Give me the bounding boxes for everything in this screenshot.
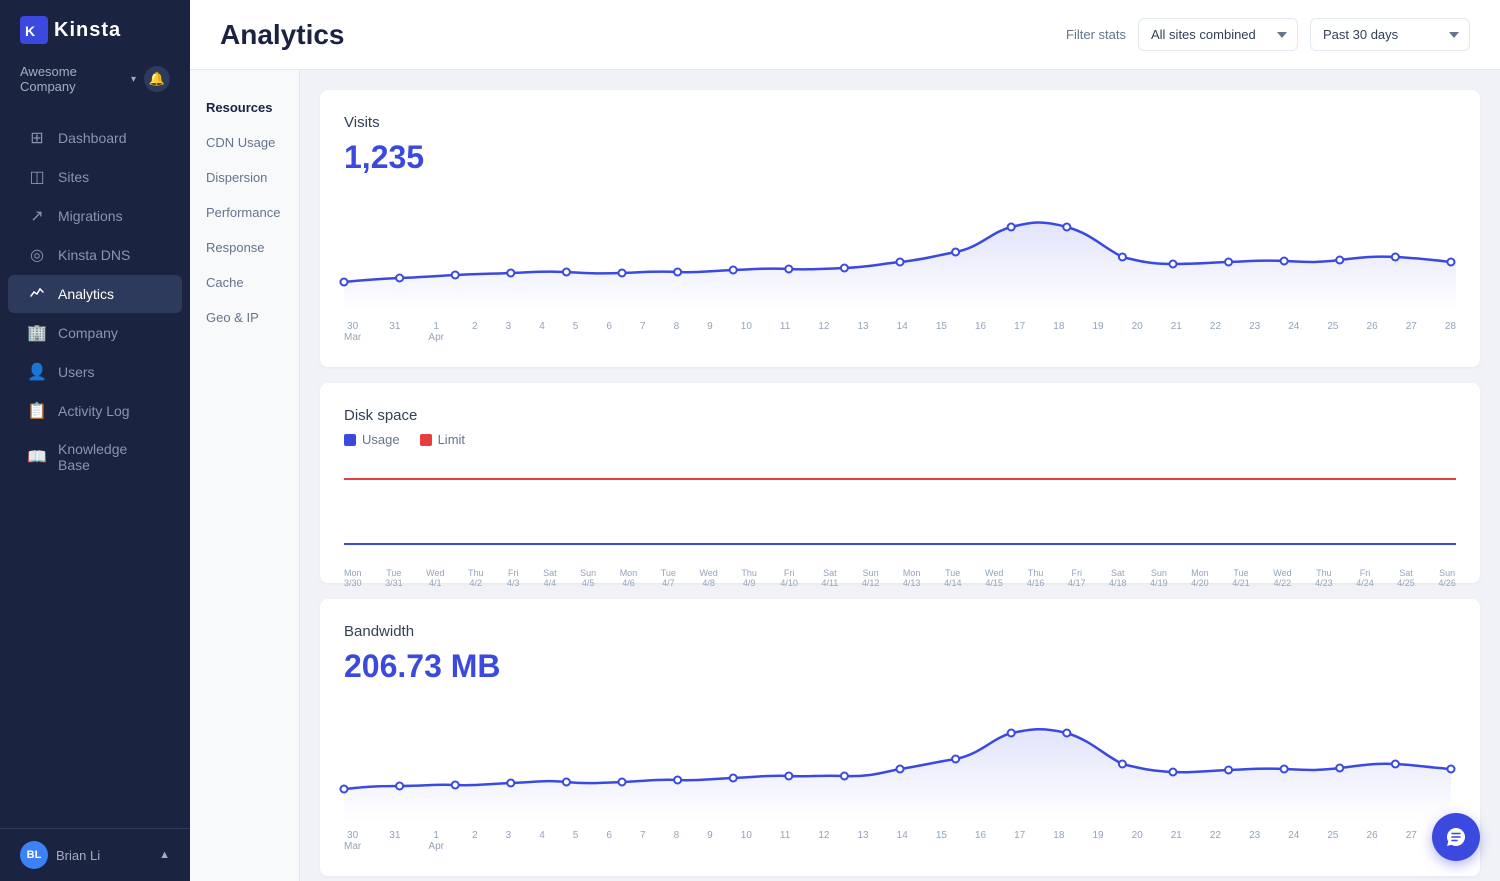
subnav-item-geo-ip[interactable]: Geo & IP	[190, 300, 299, 335]
users-icon: 👤	[28, 363, 46, 381]
bandwidth-chart-card: Bandwidth 206.73 MB	[320, 599, 1480, 876]
subnav-item-response[interactable]: Response	[190, 230, 299, 265]
charts-area: Visits 1,235	[300, 70, 1500, 881]
sites-icon: ◫	[28, 168, 46, 186]
sidebar-item-label: Activity Log	[58, 403, 130, 419]
sub-navigation: Resources CDN Usage Dispersion Performan…	[190, 70, 300, 881]
sidebar-item-company[interactable]: 🏢 Company	[8, 314, 182, 352]
sidebar-item-label: Sites	[58, 169, 89, 185]
disk-space-chart-svg	[344, 459, 1456, 559]
sidebar-item-label: Company	[58, 325, 118, 341]
subnav-item-cache[interactable]: Cache	[190, 265, 299, 300]
legend-limit-dot	[420, 434, 432, 446]
bandwidth-chart-value: 206.73 MB	[344, 648, 1456, 685]
page-title: Analytics	[220, 19, 345, 51]
analytics-icon	[28, 285, 46, 303]
knowledge-icon: 📖	[28, 448, 46, 466]
subnav-item-cdn-usage[interactable]: CDN Usage	[190, 125, 299, 160]
user-chevron-icon: ▲	[159, 849, 170, 861]
chat-button[interactable]	[1432, 813, 1480, 861]
subnav-item-performance[interactable]: Performance	[190, 195, 299, 230]
disk-space-chart-card: Disk space Usage Limit	[320, 383, 1480, 583]
visits-chart-value: 1,235	[344, 139, 1456, 176]
bandwidth-chart-container: 30Mar 31 1Apr 2 3 4 5 6 7 8 9 10 11 12	[344, 701, 1456, 852]
logo-text: Kinsta	[54, 19, 121, 42]
company-row[interactable]: Awesome Company ▾ 🔔	[0, 60, 190, 110]
disk-space-chart-title: Disk space	[344, 407, 1456, 424]
sidebar-item-users[interactable]: 👤 Users	[8, 353, 182, 391]
sidebar-item-label: Dashboard	[58, 130, 127, 146]
topbar-filters: Filter stats All sites combined Past 30 …	[1066, 18, 1470, 51]
visits-chart-card: Visits 1,235	[320, 90, 1480, 367]
dns-icon: ◎	[28, 246, 46, 264]
filter-label: Filter stats	[1066, 27, 1126, 42]
bandwidth-chart-title: Bandwidth	[344, 623, 1456, 640]
subnav-item-dispersion[interactable]: Dispersion	[190, 160, 299, 195]
sidebar-item-label: Kinsta DNS	[58, 247, 130, 263]
subnav-item-resources[interactable]: Resources	[190, 90, 299, 125]
sites-filter-select[interactable]: All sites combined	[1138, 18, 1298, 51]
user-info: BL Brian Li	[20, 841, 100, 869]
user-name: Brian Li	[56, 848, 100, 863]
legend-limit: Limit	[420, 432, 465, 447]
visits-chart-svg	[344, 192, 1456, 312]
sidebar: K Kinsta Awesome Company ▾ 🔔 ⊞ Dashboard…	[0, 0, 190, 881]
content-area: Resources CDN Usage Dispersion Performan…	[190, 70, 1500, 881]
topbar: Analytics Filter stats All sites combine…	[190, 0, 1500, 70]
disk-space-chart-container: Mon3/30 Tue3/31 Wed4/1 Thu4/2 Fri4/3 Sat…	[344, 459, 1456, 559]
activity-log-icon: 📋	[28, 402, 46, 420]
company-chevron-icon: ▾	[131, 74, 136, 85]
time-filter-select[interactable]: Past 30 days	[1310, 18, 1470, 51]
migrations-icon: ↗	[28, 207, 46, 225]
sidebar-item-sites[interactable]: ◫ Sites	[8, 158, 182, 196]
sidebar-item-activity-log[interactable]: 📋 Activity Log	[8, 392, 182, 430]
notifications-icon[interactable]: 🔔	[144, 66, 170, 92]
sidebar-item-label: Knowledge Base	[58, 441, 162, 473]
sidebar-item-dashboard[interactable]: ⊞ Dashboard	[8, 119, 182, 157]
logo-area: K Kinsta	[0, 0, 190, 60]
kinsta-logo: K Kinsta	[20, 16, 121, 44]
sidebar-item-migrations[interactable]: ↗ Migrations	[8, 197, 182, 235]
sidebar-item-analytics[interactable]: Analytics	[8, 275, 182, 313]
dashboard-icon: ⊞	[28, 129, 46, 147]
sidebar-item-label: Users	[58, 364, 95, 380]
visits-chart-title: Visits	[344, 114, 1456, 131]
sidebar-item-knowledge-base[interactable]: 📖 Knowledge Base	[8, 431, 182, 483]
sidebar-item-label: Analytics	[58, 286, 114, 302]
sidebar-item-kinsta-dns[interactable]: ◎ Kinsta DNS	[8, 236, 182, 274]
sidebar-navigation: ⊞ Dashboard ◫ Sites ↗ Migrations ◎ Kinst…	[0, 110, 190, 828]
disk-space-legend: Usage Limit	[344, 432, 1456, 447]
legend-usage-dot	[344, 434, 356, 446]
sidebar-item-label: Migrations	[58, 208, 123, 224]
svg-text:K: K	[25, 23, 35, 39]
main-content: Analytics Filter stats All sites combine…	[190, 0, 1500, 881]
avatar: BL	[20, 841, 48, 869]
sidebar-footer[interactable]: BL Brian Li ▲	[0, 828, 190, 881]
bandwidth-chart-svg	[344, 701, 1456, 821]
company-name: Awesome Company	[20, 64, 131, 94]
legend-usage: Usage	[344, 432, 400, 447]
visits-chart-container: 30Mar 31 1Apr 2 3 4 5 6 7 8 9 10 11 12	[344, 192, 1456, 343]
company-icon: 🏢	[28, 324, 46, 342]
